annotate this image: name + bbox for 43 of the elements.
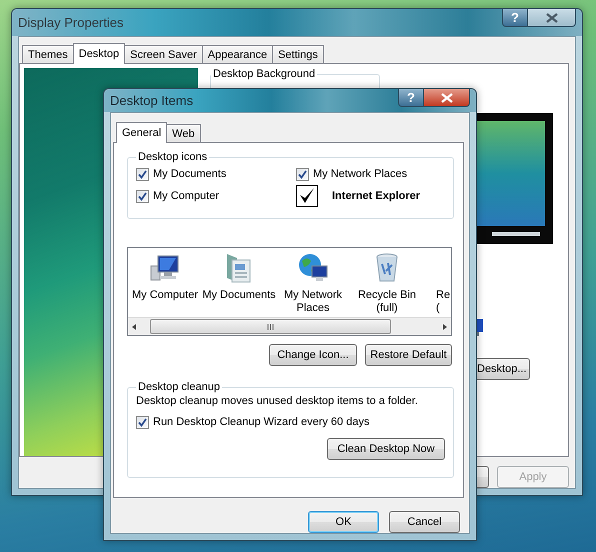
scroll-right-icon[interactable] — [441, 322, 449, 330]
group-title: Desktop icons — [137, 151, 208, 163]
icon-label[interactable]: My Network Places — [284, 289, 342, 315]
checkbox-label: My Network Places — [313, 168, 408, 180]
close-button[interactable] — [424, 89, 470, 107]
dialog-button[interactable]: OK — [308, 511, 379, 533]
close-button[interactable] — [528, 9, 576, 27]
checkbox-label: Run Desktop Cleanup Wizard every 60 days — [153, 416, 370, 428]
icon-label[interactable]: My Computer — [132, 289, 198, 302]
globe-computer-icon — [297, 252, 329, 284]
icon-label[interactable]: My Documents — [202, 289, 276, 302]
icon-label[interactable]: Re ( — [436, 289, 450, 315]
grip-icon — [267, 324, 274, 330]
icon-label[interactable]: Recycle Bin (full) — [358, 289, 416, 315]
close-icon — [440, 92, 452, 102]
close-icon — [546, 12, 558, 22]
tab[interactable]: Desktop — [72, 43, 126, 64]
description-text: Desktop cleanup moves unused desktop items to a folder. — [136, 395, 419, 407]
checkbox[interactable] — [296, 168, 309, 180]
tab[interactable]: Web — [166, 124, 201, 142]
dialog-button[interactable]: Restore Default — [365, 344, 452, 366]
tab[interactable]: General — [116, 122, 168, 143]
tab[interactable]: Themes — [22, 45, 74, 63]
checkbox[interactable] — [296, 185, 318, 207]
checkbox[interactable] — [136, 168, 149, 180]
checkbox-label: My Documents — [153, 168, 226, 180]
tab[interactable]: Appearance — [202, 45, 274, 63]
checkbox-label: Internet Explorer — [332, 190, 420, 202]
window-title: Display Properties — [18, 15, 124, 30]
dialog-title: Desktop Items — [110, 93, 194, 108]
scroll-thumb[interactable] — [150, 319, 391, 334]
tab[interactable]: Screen Saver — [124, 45, 203, 63]
tab[interactable]: Settings — [272, 45, 324, 63]
group-title: Desktop cleanup — [137, 381, 221, 393]
horizontal-scrollbar[interactable] — [128, 317, 451, 335]
checkbox[interactable] — [136, 416, 149, 428]
group-title: Desktop Background — [212, 68, 316, 80]
dialog-button[interactable]: Cancel — [389, 511, 460, 533]
clean-desktop-button[interactable]: Clean Desktop Now — [327, 438, 445, 460]
scroll-left-icon[interactable] — [130, 322, 138, 330]
checkbox-label: My Computer — [153, 190, 220, 202]
checkbox[interactable] — [136, 190, 149, 202]
dialog-button[interactable]: Change Icon... — [269, 344, 357, 366]
